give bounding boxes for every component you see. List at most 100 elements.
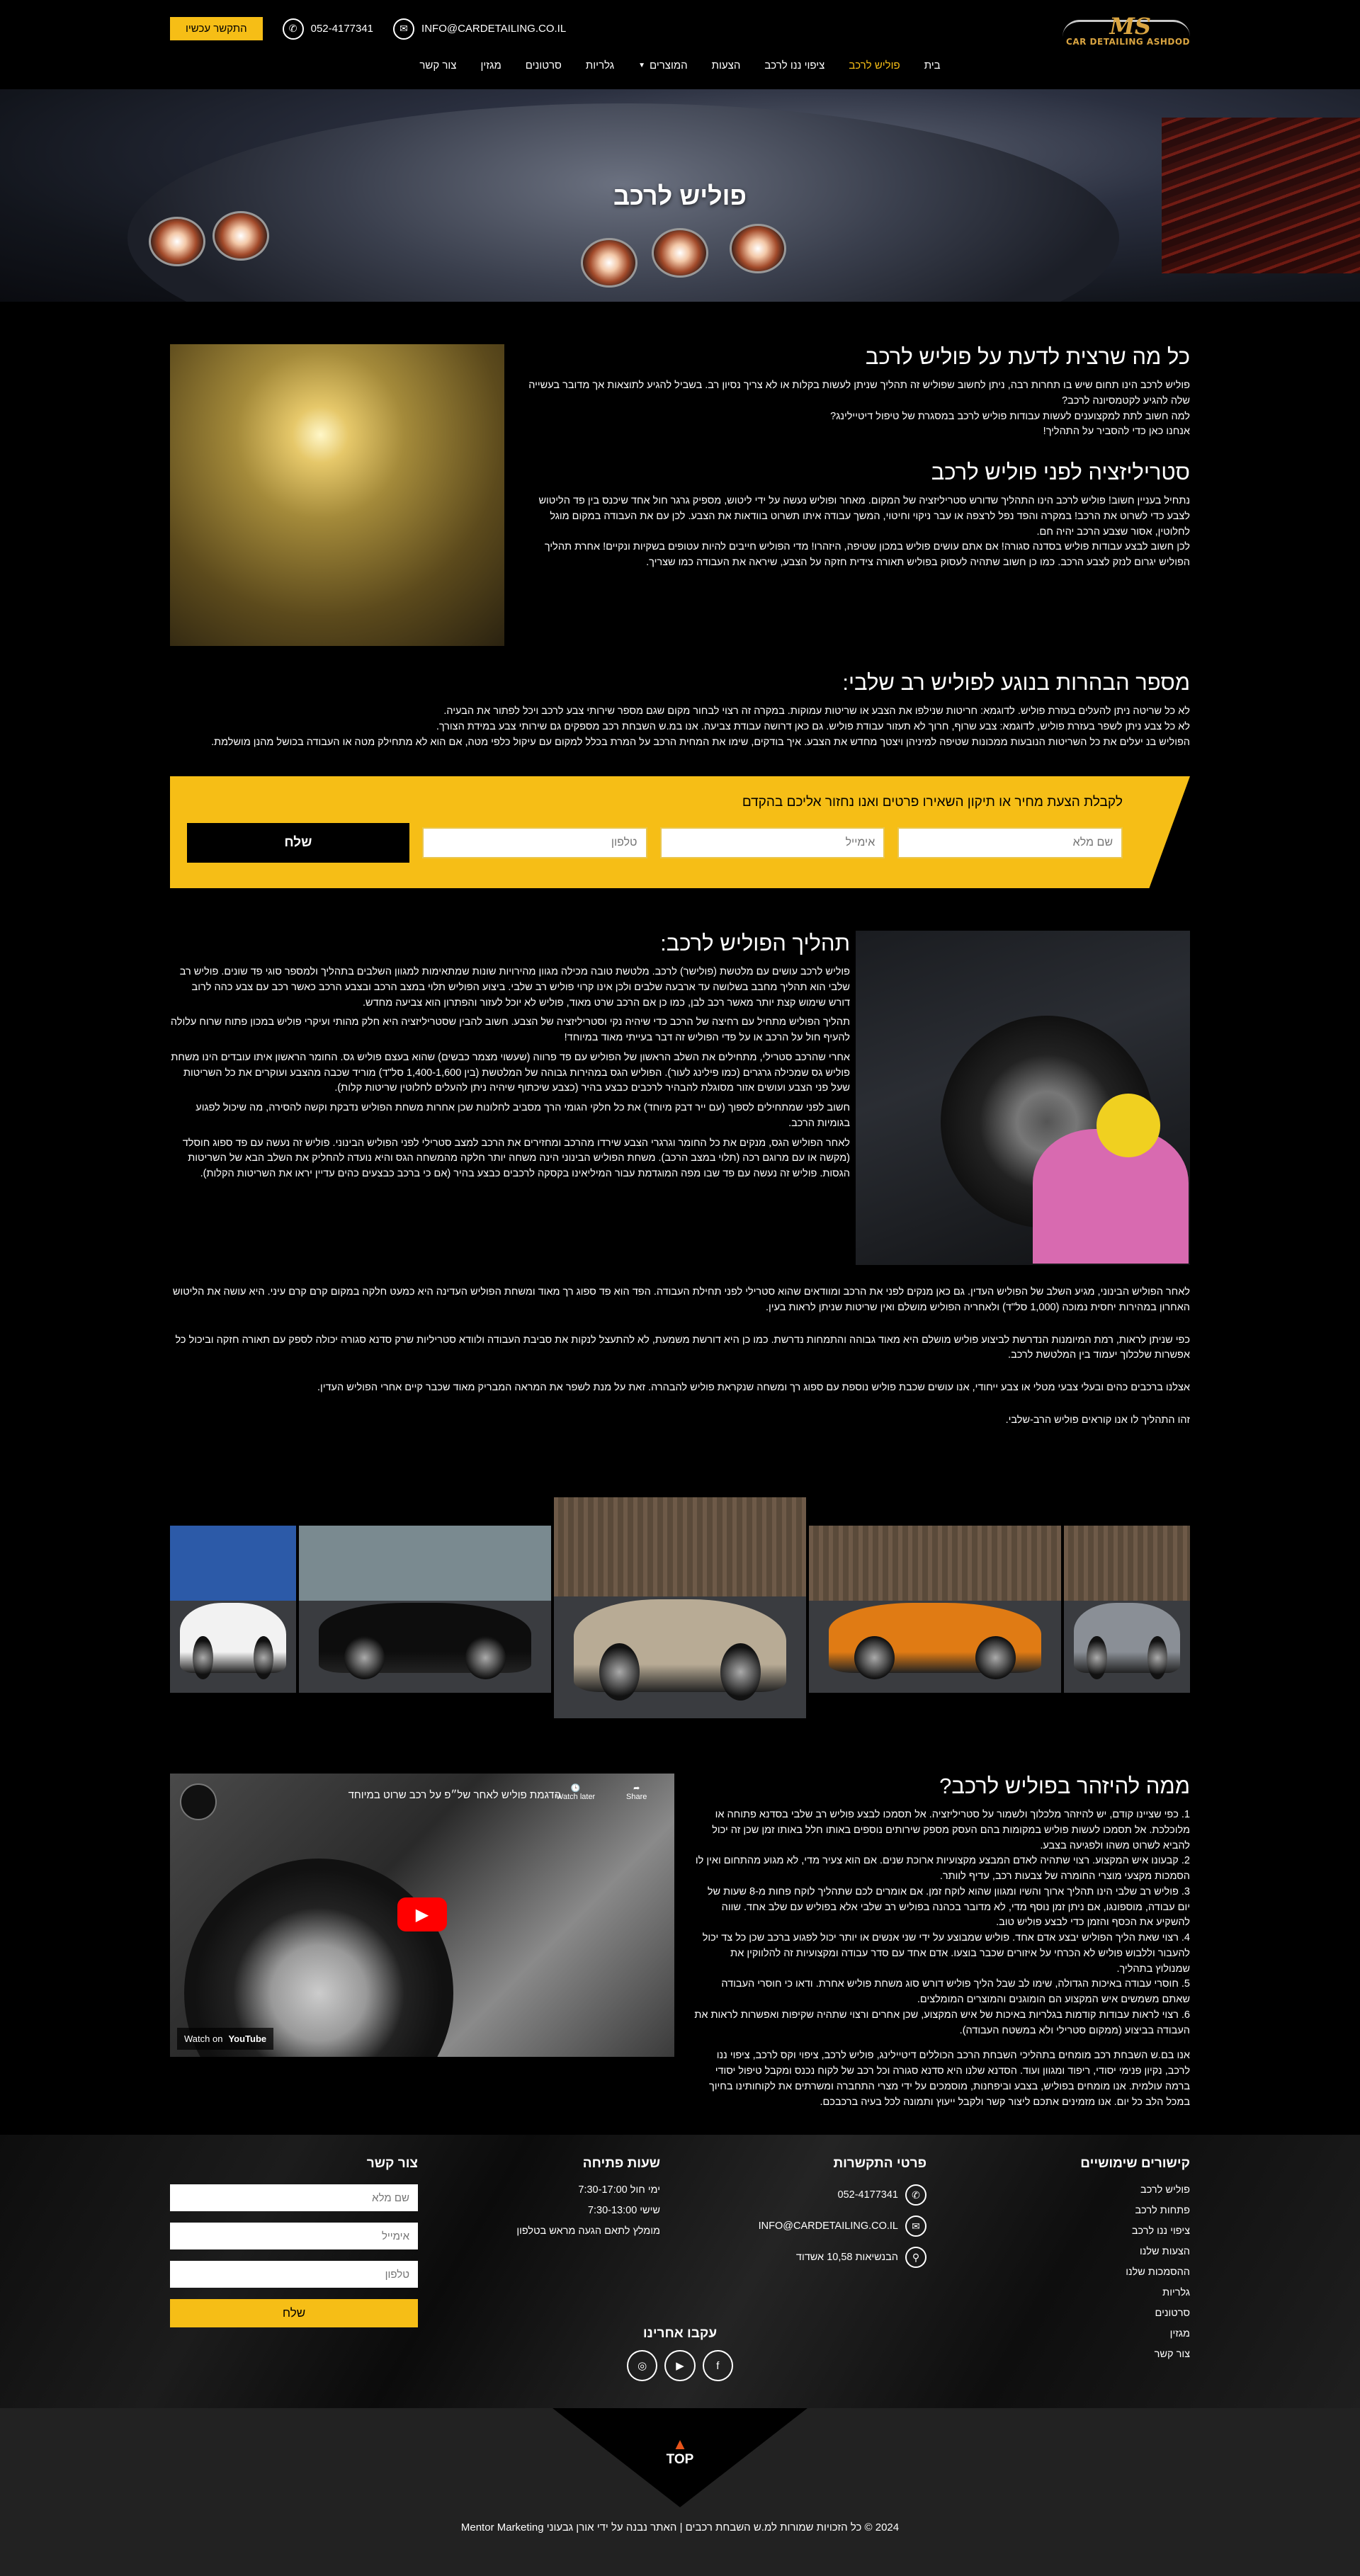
youtube-icon[interactable]: ▶ bbox=[664, 2350, 696, 2381]
footer-link[interactable]: צור קשר bbox=[1034, 2349, 1190, 2360]
nav-item-galleries[interactable]: גלריות bbox=[586, 59, 614, 72]
footer-link[interactable]: מגזין bbox=[1034, 2328, 1190, 2339]
gallery-image[interactable] bbox=[809, 1526, 1061, 1693]
site-header: MS CAR DETAILING ASHDOD התקשר עכשיו ✆ 05… bbox=[0, 0, 1360, 89]
footer-link[interactable]: הצעות שלנו bbox=[1034, 2246, 1190, 2257]
image-polisher-pad bbox=[1096, 1094, 1160, 1157]
phone-icon: ✆ bbox=[905, 2184, 926, 2206]
footer-email[interactable]: ✉ INFO@CARDETAILING.CO.IL bbox=[742, 2215, 926, 2237]
paragraph: חשוב לפני שמתחילים לספוך (עם ייר דבק מיו… bbox=[196, 1102, 850, 1129]
section-title: תהליך הפוליש לרכב: bbox=[660, 931, 850, 955]
mail-icon: ✉ bbox=[905, 2215, 926, 2237]
gallery-image[interactable] bbox=[299, 1526, 551, 1693]
list-item: 4. רצוי שאת הליך הפוליש יבצע אדם אחד. פו… bbox=[702, 1932, 1190, 1975]
nav-label: בית bbox=[924, 59, 941, 72]
full-name-input[interactable] bbox=[897, 827, 1123, 858]
section-title: מספר הבהרות בנוגע לפוליש רב שלבי: bbox=[842, 670, 1190, 695]
share-label: Share bbox=[626, 1793, 647, 1801]
nav-label: צור קשר bbox=[419, 59, 457, 72]
header-email-text: INFO@CARDETAILING.CO.IL bbox=[421, 23, 567, 35]
gallery-car-wheel bbox=[253, 1635, 273, 1680]
page-title: פוליש לרכב bbox=[613, 181, 747, 210]
paragraph: תהליך הפוליש מתחיל עם רחיצה של הרכב כדי … bbox=[170, 1016, 850, 1043]
footer-send-button[interactable]: שלח bbox=[170, 2299, 418, 2327]
footer-phone-input[interactable] bbox=[170, 2261, 418, 2288]
gallery-image-wall bbox=[299, 1526, 551, 1601]
nav-item-magazine[interactable]: מגזין bbox=[480, 59, 501, 72]
nav-item-offers[interactable]: הצעות bbox=[712, 59, 741, 72]
footer-link[interactable]: ציפוי ננו לרכב bbox=[1034, 2225, 1190, 2237]
call-now-button[interactable]: התקשר עכשיו bbox=[170, 17, 263, 40]
clock-icon: 🕒 bbox=[570, 1784, 581, 1793]
youtube-video-embed[interactable]: הדגמת פוליש לאחר של״פ על רכב שרוט במיוחד… bbox=[170, 1774, 674, 2057]
nav-item-home[interactable]: בית bbox=[924, 59, 941, 72]
video-title[interactable]: הדגמת פוליש לאחר של״פ על רכב שרוט במיוחד bbox=[348, 1789, 561, 1801]
footer-email-input[interactable] bbox=[170, 2223, 418, 2249]
gallery-image[interactable] bbox=[1064, 1526, 1190, 1693]
paragraph: פוליש לרכב עושים עם מלטשת (פולישר) לרכב.… bbox=[179, 966, 850, 1009]
social-follow: עקבו אחרינו ◎ ▶ f bbox=[627, 2326, 733, 2381]
nav-label: המוצרים bbox=[649, 59, 688, 72]
gallery-image-wall bbox=[1064, 1526, 1190, 1601]
send-button[interactable]: שלח bbox=[187, 823, 409, 863]
watch-on-label: Watch on bbox=[184, 2033, 223, 2044]
footer-name-input[interactable] bbox=[170, 2184, 418, 2211]
paragraph: זהו התהליך לו אנו קוראים פוליש הרב-שלבי. bbox=[1005, 1414, 1190, 1426]
gallery-image-active[interactable] bbox=[554, 1497, 806, 1718]
footer-link[interactable]: פוליש לרכב bbox=[1034, 2184, 1190, 2196]
footer-contact-title: פרטי התקשרות bbox=[833, 2156, 926, 2171]
gallery-car-wheel bbox=[465, 1635, 506, 1680]
header-phone[interactable]: ✆ 052-4177341 bbox=[282, 18, 373, 40]
instagram-icon[interactable]: ◎ bbox=[627, 2350, 658, 2381]
arrow-up-icon: ▲ bbox=[672, 2435, 688, 2453]
share-icon: ➦ bbox=[633, 1784, 640, 1793]
section-title: כל מה שרצית לדעת על פוליש לרכב bbox=[865, 344, 1190, 369]
share-button[interactable]: ➦ Share bbox=[626, 1783, 647, 1801]
paragraph: אנחנו כאן כדי להסביר על התהליך! bbox=[1043, 426, 1190, 438]
footer-link[interactable]: פתחות לרכב bbox=[1034, 2205, 1191, 2216]
section-polish-process-text: תהליך הפוליש לרכב: פוליש לרכב עושים עם מ… bbox=[170, 931, 850, 1182]
nav-item-products[interactable]: המוצרים ▼ bbox=[638, 59, 688, 72]
nav-label: סרטונים bbox=[525, 59, 562, 72]
header-email[interactable]: ✉ INFO@CARDETAILING.CO.IL bbox=[393, 18, 566, 40]
phone-input[interactable] bbox=[421, 827, 647, 858]
footer-contact-details: פרטי התקשרות ✆ 052-4177341 ✉ INFO@CARDET… bbox=[742, 2156, 926, 2278]
section-about-polish-text: כל מה שרצית לדעת על פוליש לרכב פוליש לרכ… bbox=[524, 344, 1190, 571]
nav-item-polish[interactable]: פוליש לרכב bbox=[849, 59, 900, 72]
nav-label: גלריות bbox=[585, 59, 615, 72]
list-item: 6. רצוי לראות עבודות קודמות בגלריות באיכ… bbox=[694, 2009, 1190, 2036]
nav-item-nano-coating[interactable]: ציפוי ננו לרכב bbox=[764, 59, 824, 72]
quote-form: לקבלת הצעת מחיר או תיקון השאירו פרטים וא… bbox=[170, 776, 1190, 888]
watch-later-button[interactable]: 🕒 Watch later bbox=[556, 1783, 595, 1801]
footer-link[interactable]: ההסמכות שלנו bbox=[1034, 2266, 1190, 2278]
footer-opening-hours: שעות פתיחה ימי חול 7:30-17:00 שישי 7:30-… bbox=[490, 2156, 660, 2246]
section-what-to-beware-text: ממה להיזהר בפוליש לרכב? 1. כפי שציינו קו… bbox=[694, 1774, 1190, 2110]
mail-icon: ✉ bbox=[393, 18, 415, 40]
hours-line: מומלץ לתאם הגעה מראש בטלפון bbox=[516, 2225, 660, 2237]
footer-hours-title: שעות פתיחה bbox=[582, 2156, 660, 2171]
paragraph: נתחיל בעניין חשוב! פוליש לרכב הינו התהלי… bbox=[538, 495, 1190, 538]
paragraph: כפי שניתן לראות, רמת המיומנות הנדרשת לבי… bbox=[175, 1334, 1190, 1361]
email-input[interactable] bbox=[659, 827, 885, 858]
list-item: 3. פוליש רב שלבי הינו תהליך ארוך והשיו ו… bbox=[707, 1885, 1190, 1929]
section-title: ממה להיזהר בפוליש לרכב? bbox=[939, 1774, 1190, 1798]
gallery-car-wheel bbox=[854, 1635, 895, 1680]
headlight bbox=[212, 211, 269, 261]
footer-link[interactable]: גלריות bbox=[1034, 2287, 1190, 2298]
nav-item-videos[interactable]: סרטונים bbox=[526, 59, 562, 72]
gallery-image-wall bbox=[809, 1526, 1061, 1601]
nav-item-contact[interactable]: צור קשר bbox=[419, 59, 456, 72]
footer-link[interactable]: סרטונים bbox=[1034, 2308, 1190, 2319]
footer-form-title: צור קשר bbox=[366, 2156, 418, 2171]
gallery-image[interactable] bbox=[170, 1526, 296, 1693]
watch-on-youtube[interactable]: Watch on YouTube bbox=[177, 2028, 274, 2050]
back-to-top-button[interactable]: ▲ TOP bbox=[638, 2436, 722, 2468]
footer-bottom-bar: ▲ TOP 2024 © כל הזכויות שמורות למ.ש השבח… bbox=[0, 2408, 1360, 2576]
footer-address[interactable]: ⚲ הבנשיאות 10,58 אשדוד bbox=[742, 2247, 926, 2268]
follow-title: עקבו אחרינו bbox=[642, 2326, 718, 2341]
site-logo[interactable]: MS CAR DETAILING ASHDOD bbox=[1062, 13, 1190, 48]
play-button[interactable]: ▶ bbox=[397, 1897, 447, 1931]
facebook-icon[interactable]: f bbox=[702, 2350, 733, 2381]
footer-phone[interactable]: ✆ 052-4177341 bbox=[742, 2184, 926, 2206]
channel-avatar[interactable] bbox=[180, 1783, 217, 1820]
